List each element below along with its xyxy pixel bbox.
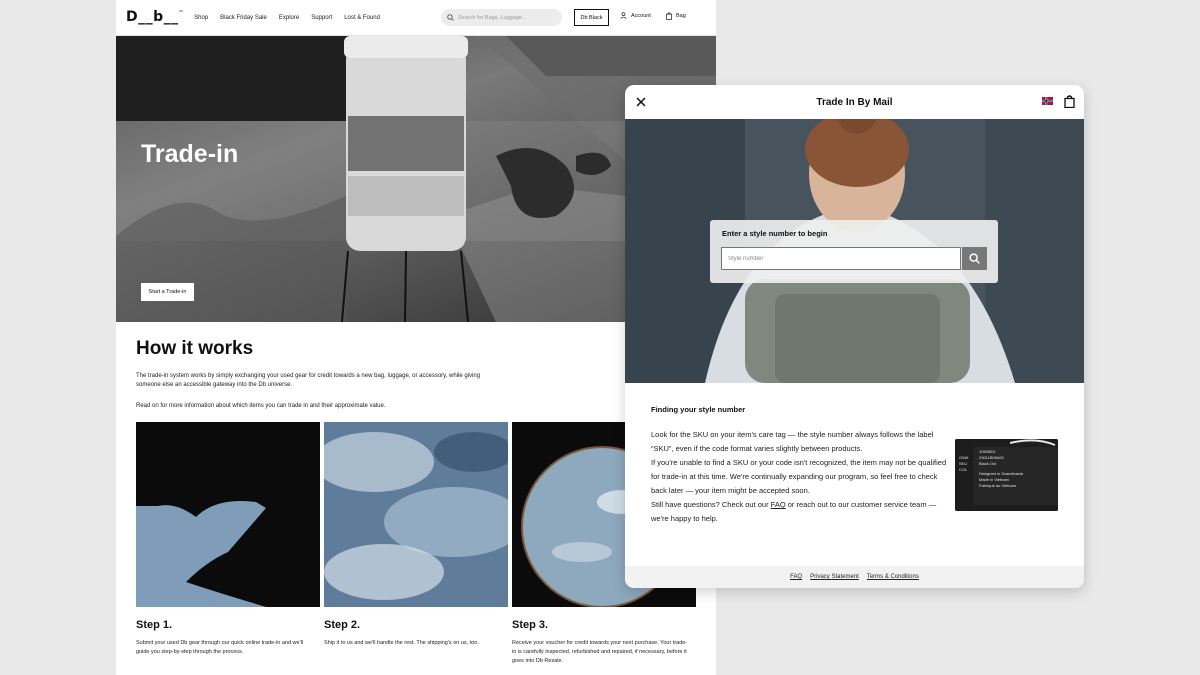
how-it-works-heading: How it works (136, 338, 254, 359)
svg-text:COL: COL (959, 467, 968, 472)
sku-not-found-text: If you're unable to find a SKU or your c… (651, 458, 947, 495)
how-it-works-intro: The trade-in system works by simply exch… (136, 373, 481, 388)
steps-row: Step 1. Submit your used Db gear through… (136, 422, 696, 666)
finding-style-number-title: Finding your style number (651, 405, 746, 414)
user-icon (620, 12, 627, 19)
nav-lost-and-found[interactable]: Lost & Found (344, 15, 380, 21)
step-2: Step 2. Ship it to us and we'll handle t… (324, 422, 508, 666)
sku-instructions: Look for the SKU on your item's care tag… (651, 430, 934, 453)
search-icon (447, 14, 454, 21)
nav-black-friday-sale[interactable]: Black Friday Sale (220, 15, 267, 21)
search-icon (969, 253, 980, 264)
step-1: Step 1. Submit your used Db gear through… (136, 422, 320, 666)
style-number-input[interactable] (721, 247, 961, 270)
top-nav: D__b__™ Shop Black Friday Sale Explore S… (116, 0, 716, 36)
modal-header: Trade In By Mail (625, 85, 1084, 119)
db-black-button[interactable]: Db Black (574, 9, 609, 26)
svg-text:GWA: GWA (959, 455, 969, 460)
style-number-label: Enter a style number to begin (722, 229, 828, 238)
footer-privacy-link[interactable]: Privacy Statement (810, 574, 859, 580)
finding-style-number-section: Finding your style number Look for the S… (651, 405, 951, 526)
step-2-image (324, 422, 508, 607)
how-it-works-section: How it works The trade-in system works b… (136, 338, 696, 423)
footer-faq-link[interactable]: FAQ (790, 574, 802, 580)
bag-icon (666, 12, 672, 20)
trade-in-by-mail-modal: Trade In By Mail Enter a style number to… (625, 85, 1084, 588)
norway-flag-icon[interactable] (1042, 97, 1053, 105)
footer-terms-link[interactable]: Terms & Conditions (867, 574, 919, 580)
bag-link[interactable]: Bag (666, 12, 686, 20)
start-trade-in-button[interactable]: Start a Trade-in (141, 283, 194, 301)
how-it-works-read-on: Read on for more information about which… (136, 403, 386, 409)
step-1-title: Step 1. (136, 619, 173, 631)
hero-title: Trade-in (141, 140, 239, 168)
close-icon[interactable] (634, 95, 648, 109)
svg-text:Fabriqué au Vietnam: Fabriqué au Vietnam (979, 483, 1017, 488)
site-search[interactable] (441, 9, 562, 26)
nav-explore[interactable]: Explore (279, 15, 299, 21)
faq-link[interactable]: FAQ (771, 500, 786, 509)
bag-label: Bag (676, 13, 686, 19)
svg-text:SKU: SKU (959, 461, 967, 466)
svg-text:23011B05A01: 23011B05A01 (979, 455, 1005, 460)
modal-title: Trade In By Mail (816, 96, 893, 108)
step-3-title: Step 3. (512, 619, 549, 631)
step-1-image (136, 422, 320, 607)
svg-text:Made in Vietnam: Made in Vietnam (979, 477, 1010, 482)
style-number-panel: Enter a style number to begin (710, 220, 998, 283)
style-number-search-button[interactable] (962, 247, 987, 270)
nav-support[interactable]: Support (311, 15, 332, 21)
step-3-text: Receive your voucher for credit towards … (512, 640, 688, 664)
svg-text:Designed in Scandinavia: Designed in Scandinavia (979, 471, 1024, 476)
svg-text:Black Out: Black Out (979, 461, 997, 466)
db-logo[interactable]: D__b__™ (126, 9, 184, 25)
step-2-text: Ship it to us and we'll handle the rest.… (324, 640, 479, 646)
shopping-bag-icon[interactable] (1064, 95, 1075, 108)
modal-hero-image: Enter a style number to begin (625, 119, 1084, 383)
svg-text:1HB0801: 1HB0801 (979, 449, 996, 454)
nav-shop[interactable]: Shop (194, 15, 208, 21)
site-search-input[interactable] (458, 14, 558, 21)
still-have-questions-text: Still have questions? Check out our FAQ … (651, 500, 937, 523)
account-label: Account (631, 12, 651, 19)
step-1-text: Submit your used Db gear through our qui… (136, 640, 304, 655)
care-tag-image: GWA SKU COL 1HB0801 23011B05A01 Black Ou… (955, 439, 1058, 511)
account-link[interactable]: Account (620, 12, 651, 19)
step-2-title: Step 2. (324, 619, 361, 631)
modal-footer: FAQ Privacy Statement Terms & Conditions (625, 566, 1084, 588)
